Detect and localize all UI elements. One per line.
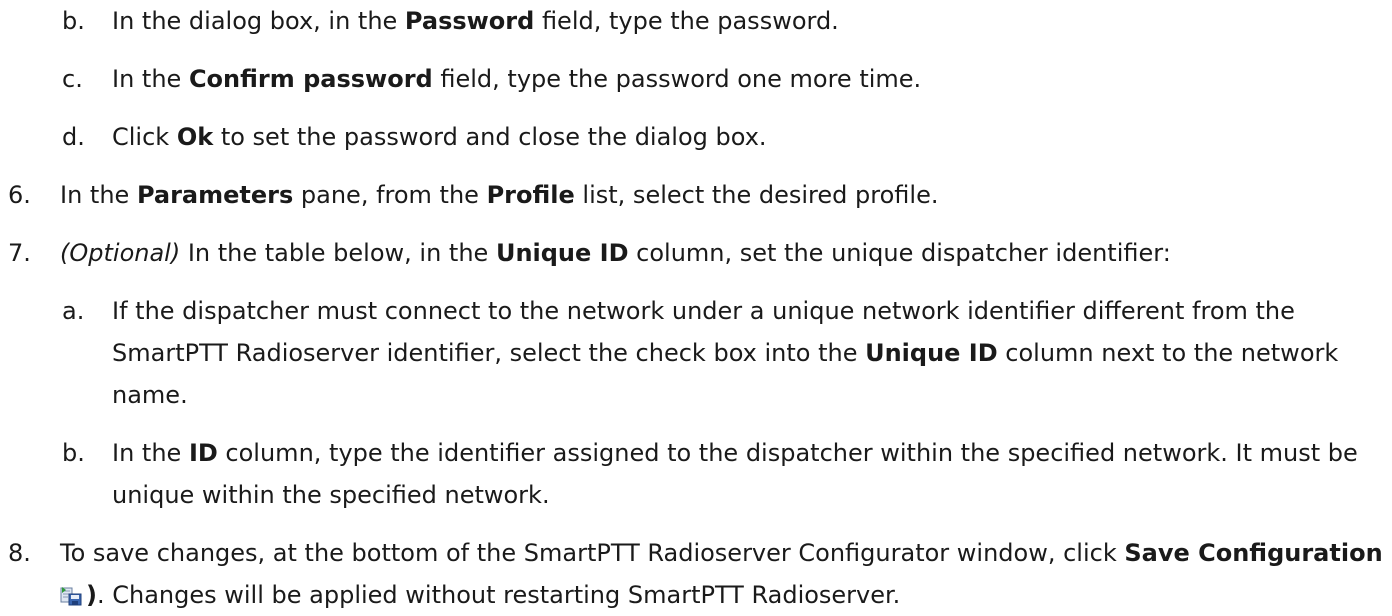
text-run: Click [112,123,177,151]
step-marker: b. [62,439,85,467]
step-marker: a. [62,297,85,325]
text-run: In the dialog box, in the [112,7,405,35]
step-line: If the dispatcher must connect to the ne… [112,290,1338,332]
step-line: To save changes, at the bottom of the Sm… [60,532,1392,574]
bold-term: Password [404,7,535,35]
bold-term: Profile [486,181,575,209]
step-text: (Optional) In the table below, in the Un… [60,232,1171,274]
step-line: unique within the specified network. [112,474,1358,516]
step-text: Click Ok to set the password and close t… [112,116,767,158]
step-text: In the ID column, type the identifier as… [112,432,1358,516]
text-run: In the table below, in the [180,239,496,267]
text-run: to set the password and close the dialog… [213,123,767,151]
bold-term: Unique ID [865,339,998,367]
step-line: name. [112,374,1338,416]
text-run: To save changes, at the bottom of the Sm… [60,539,1125,567]
step-line: SmartPTT Radioserver identifier, select … [112,332,1338,374]
italic-note: (Optional) [60,239,181,267]
bold-term: Save Configuration ( [1124,539,1392,567]
text-run: In the [112,65,189,93]
bold-term: Unique ID [495,239,629,267]
step-line: In the ID column, type the identifier as… [112,432,1358,474]
text-run: column, set the unique dispatcher identi… [628,239,1171,267]
step-text: In the dialog box, in the Password field… [112,0,839,42]
text-run: field, type the password. [534,7,839,35]
text-run: field, type the password one more time. [432,65,922,93]
text-run: unique within the specified network. [112,481,550,509]
save-configuration-icon [60,587,82,606]
bold-term: Ok [176,123,214,151]
text-run: In the [60,181,137,209]
text-run: name. [112,381,188,409]
step-marker: 6. [8,181,31,209]
text-run: column next to the network [997,339,1339,367]
text-run: column, type the identifier assigned to … [217,439,1358,467]
step-marker: 8. [8,539,31,567]
text-run: In the [112,439,189,467]
step-marker: d. [62,123,85,151]
text-run: list, select the desired profile. [574,181,939,209]
text-run: . Changes will be applied without restar… [96,581,901,609]
bold-term: ID [188,439,218,467]
step-text: In the Confirm password field, type the … [112,58,921,100]
bold-term: Parameters [136,181,294,209]
step-text: If the dispatcher must connect to the ne… [112,290,1338,416]
text-run: pane, from the [293,181,487,209]
step-text: In the Parameters pane, from the Profile… [60,174,938,216]
step-marker: c. [62,65,83,93]
text-run: SmartPTT Radioserver identifier, select … [112,339,866,367]
step-marker: b. [62,7,85,35]
bold-term: ) [86,581,97,609]
step-text: To save changes, at the bottom of the Sm… [60,532,1392,616]
step-marker: 7. [8,239,31,267]
text-run: If the dispatcher must connect to the ne… [112,297,1295,325]
bold-term: Confirm password [188,65,433,93]
